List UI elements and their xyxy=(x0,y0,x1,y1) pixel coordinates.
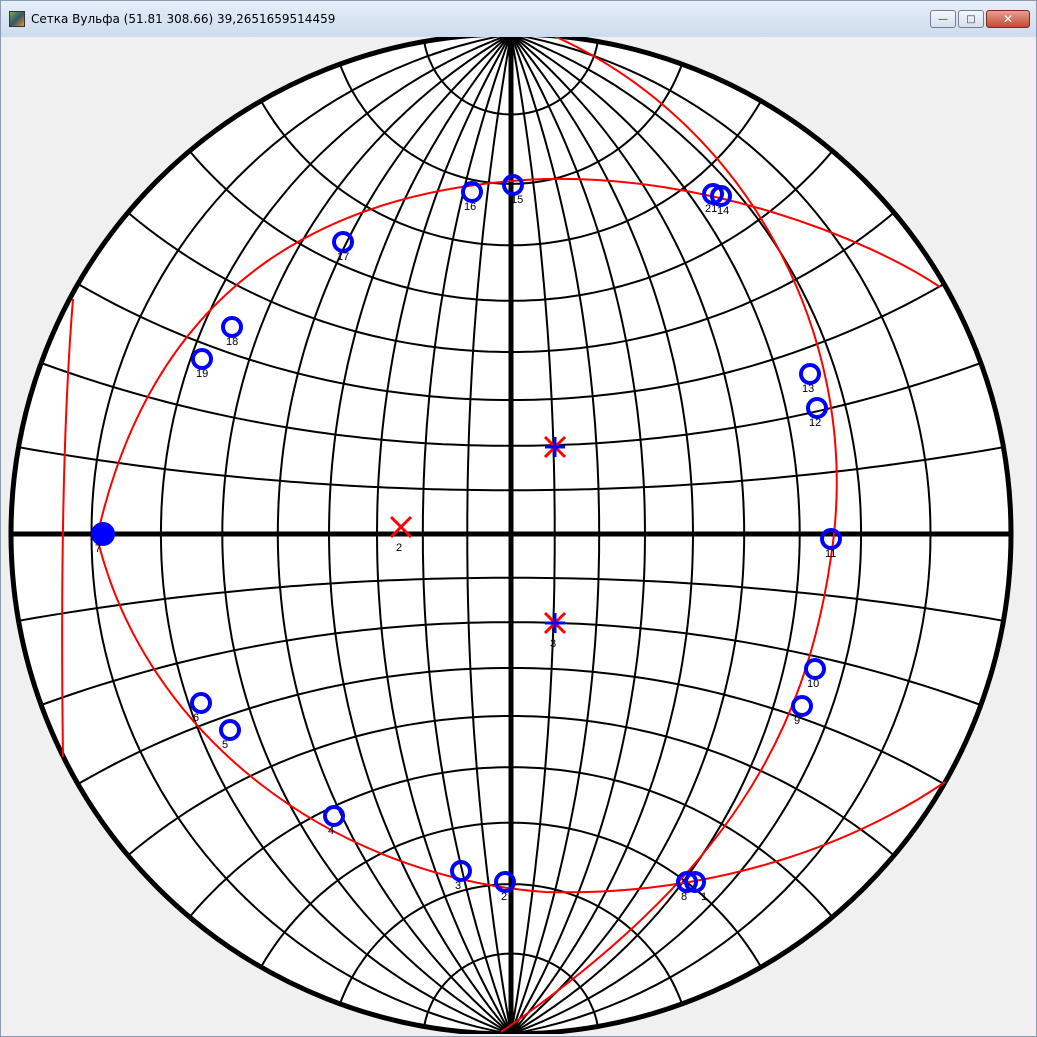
pole-label: 2 xyxy=(501,891,507,903)
pole-label: 3 xyxy=(455,880,461,892)
pole-label: 7 xyxy=(95,543,101,555)
minimize-button[interactable]: — xyxy=(930,10,956,28)
pole-label: 1 xyxy=(701,891,707,903)
pole-label: 5 xyxy=(222,739,228,751)
pole-label: 17 xyxy=(337,251,349,263)
pole-label: 9 xyxy=(794,715,800,727)
client-area: 1 2 3 4 5 6 7 8 9 10 11 12 13 14 15 16 17 18 19 21 23 xyxy=(5,37,1034,1034)
pole-label: 6 xyxy=(193,712,199,724)
marker-label: 3 xyxy=(550,638,556,650)
pole-label: 21 xyxy=(705,203,717,215)
pole-circle-icon xyxy=(91,522,115,546)
pole-label: 15 xyxy=(511,194,523,206)
wulff-net-canvas[interactable]: 1234567891011121314151617181921 23 xyxy=(5,37,1034,1034)
pole-label: 14 xyxy=(717,205,729,217)
marker-label: 2 xyxy=(396,542,402,554)
pole-label: 12 xyxy=(809,417,821,429)
app-icon xyxy=(9,11,25,27)
pole-label: 19 xyxy=(196,368,208,380)
title-bar[interactable]: Сетка Вульфа (51.81 308.66) 39,265165951… xyxy=(1,1,1036,37)
close-button[interactable]: ✕ xyxy=(986,10,1030,28)
pole-label: 11 xyxy=(825,548,836,560)
star-marker[interactable] xyxy=(543,435,567,459)
wulff-net-window: Сетка Вульфа (51.81 308.66) 39,265165951… xyxy=(0,0,1037,1037)
pole-label: 13 xyxy=(802,383,814,395)
maximize-button[interactable]: □ xyxy=(958,10,984,28)
pole-label: 18 xyxy=(226,336,238,348)
pole-label: 8 xyxy=(681,891,687,903)
window-controls: — □ ✕ xyxy=(928,10,1030,28)
pole-label: 4 xyxy=(328,825,334,837)
pole-label: 16 xyxy=(464,201,476,213)
window-title: Сетка Вульфа (51.81 308.66) 39,265165951… xyxy=(31,12,336,26)
pole-label: 10 xyxy=(807,678,819,690)
